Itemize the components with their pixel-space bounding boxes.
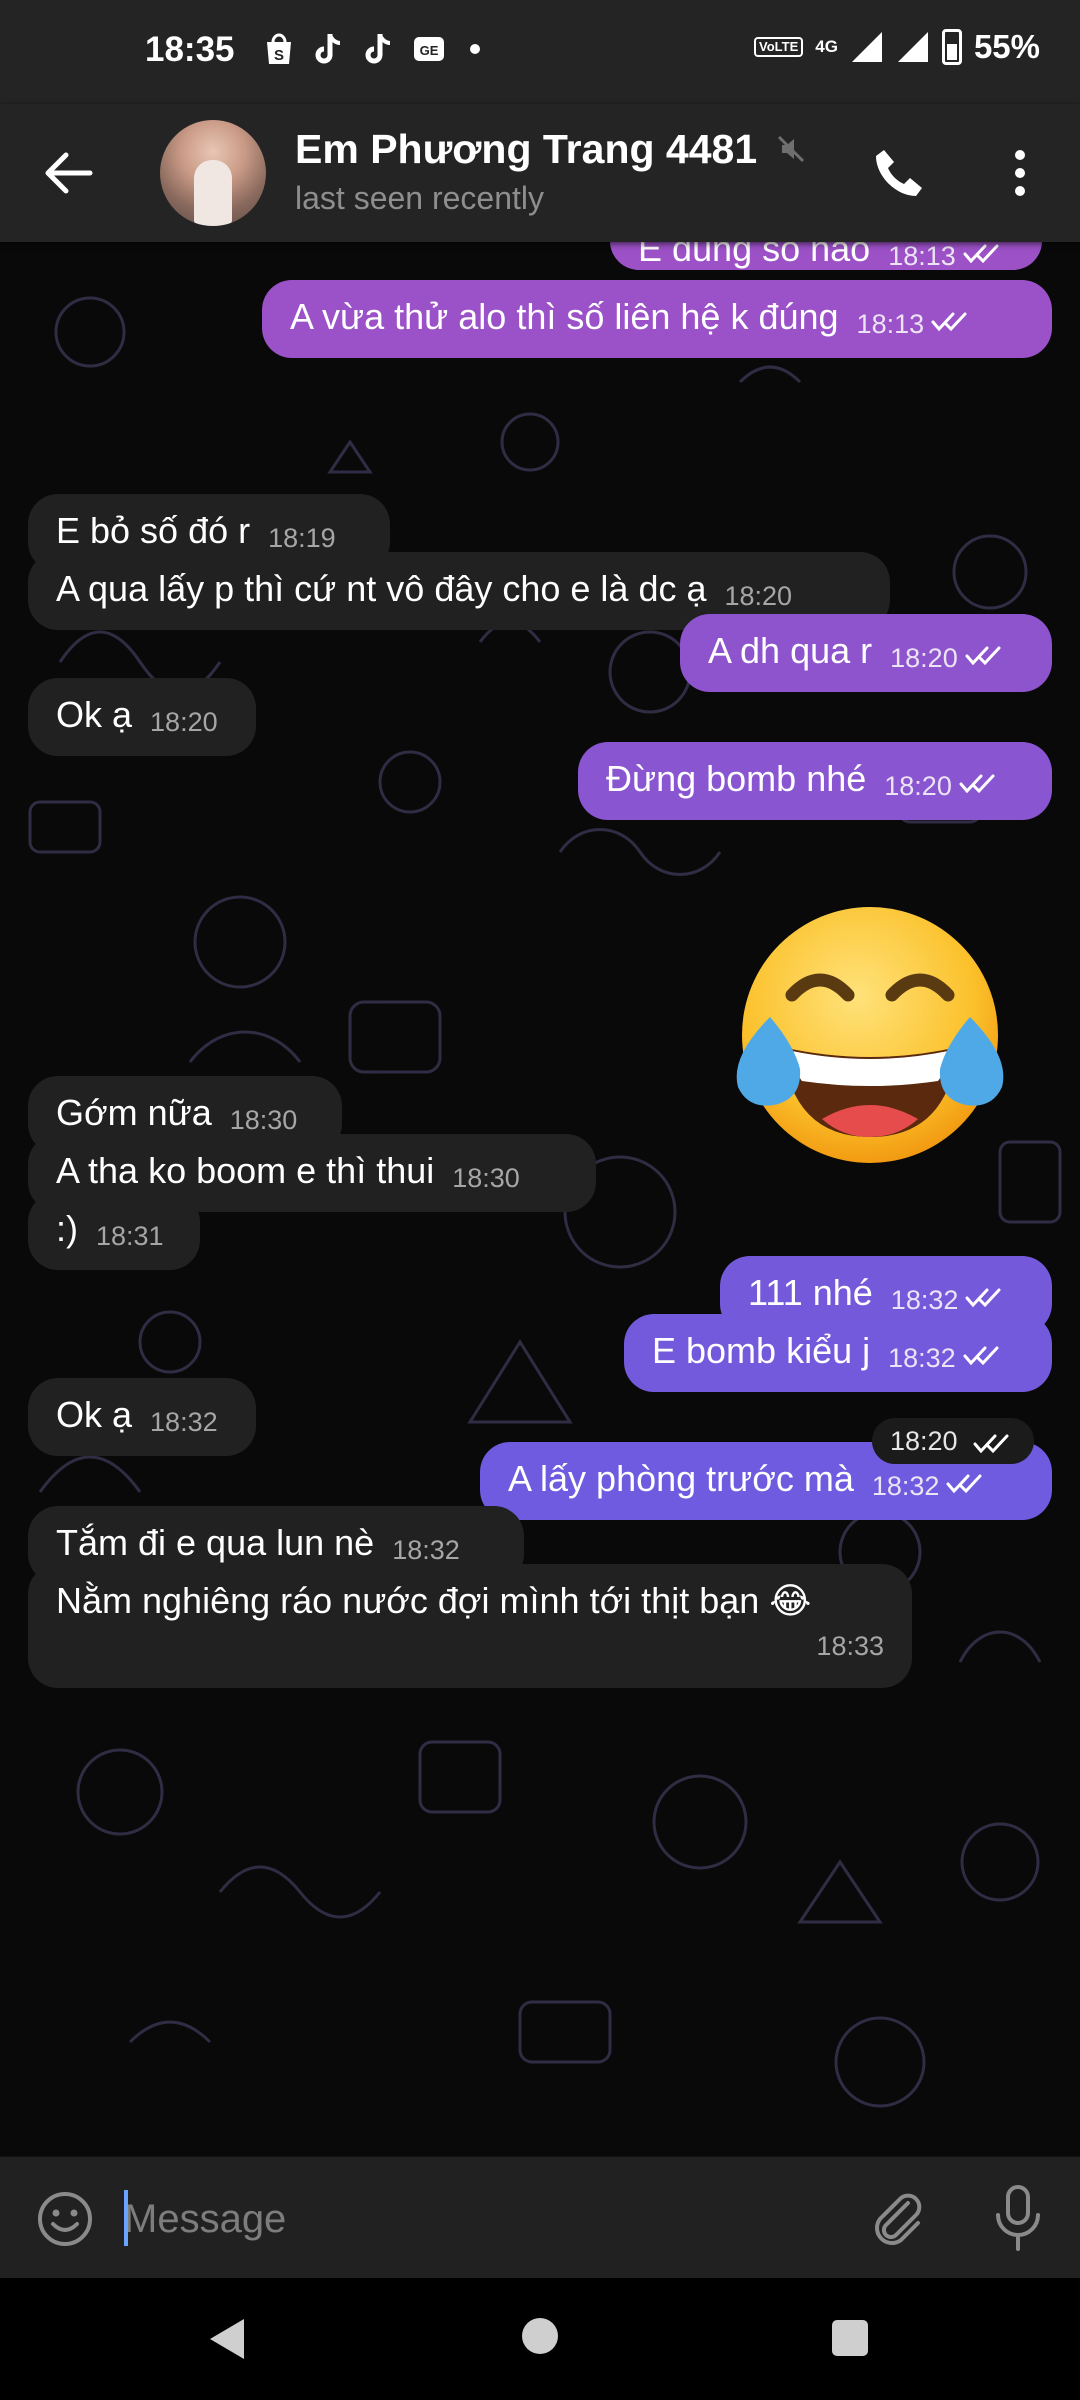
message-text: 111 nhé: [748, 1272, 873, 1313]
status-bar: 18:35 S GE VoLTE 4G 55%: [0, 0, 1080, 104]
contact-avatar[interactable]: [160, 120, 266, 226]
read-double-check-icon: [965, 646, 1001, 666]
message-time: 18:20: [724, 581, 793, 611]
shopee-icon: S: [267, 33, 291, 64]
message-list[interactable]: E dùng số nào 18:13 A vừa thử alo thì số l…: [0, 242, 1080, 2156]
text-cursor: [124, 2190, 128, 2246]
phone-call-icon[interactable]: [870, 144, 928, 202]
message-time: 18:20: [150, 707, 218, 737]
message-text: Ok ạ: [56, 1394, 133, 1435]
battery-percent: 55%: [973, 28, 1040, 65]
last-seen-status: last seen recently: [295, 180, 545, 216]
tears-of-joy-emoji-sticker[interactable]: [730, 897, 1010, 1177]
message-time: 18:13: [856, 309, 925, 339]
message-time: 18:32: [392, 1535, 460, 1565]
signal-icon: [851, 32, 882, 62]
message-text: E bỏ số đó r: [56, 510, 251, 551]
back-arrow-icon[interactable]: [40, 148, 96, 198]
battery-icon: [941, 29, 962, 65]
contact-name[interactable]: Em Phương Trang 4481: [295, 126, 757, 173]
message-time: 18:30: [452, 1163, 520, 1193]
incoming-message[interactable]: Ok ạ 18:20: [28, 678, 256, 756]
incoming-message[interactable]: Ok ạ 18:32: [28, 1378, 256, 1456]
message-time: 18:19: [268, 523, 336, 553]
svg-text:GE: GE: [420, 43, 439, 58]
message-time: 18:33: [816, 1631, 884, 1661]
message-text: E dùng số nào: [638, 242, 871, 269]
message-composer: [0, 2156, 1080, 2279]
outgoing-message[interactable]: E bomb kiểu j 18:32: [624, 1314, 1052, 1392]
message-time: 18:32: [871, 1471, 940, 1501]
sticker-timestamp: 18:20: [872, 1418, 1034, 1464]
read-double-check-icon: [946, 1474, 982, 1494]
message-text: A tha ko boom e thì thui: [56, 1150, 435, 1191]
signal-icon: [897, 32, 928, 62]
message-time: 18:31: [96, 1221, 164, 1251]
system-navigation-bar: [0, 2278, 1080, 2400]
chat-header: Em Phương Trang 4481 last seen recently: [0, 104, 1080, 242]
message-text: Tắm đi e qua lun nè: [56, 1522, 375, 1563]
message-text: :): [56, 1208, 78, 1249]
status-time: 18:35: [145, 30, 235, 69]
muted-icon: [777, 135, 805, 163]
volte-icon: VoLTE: [754, 37, 804, 57]
tiktok-icon: [315, 34, 341, 64]
nav-recent-apps-icon[interactable]: [832, 2320, 868, 2356]
message-text: A lấy phòng trước mà: [508, 1458, 854, 1499]
message-time: 18:32: [890, 1285, 959, 1315]
more-options-icon[interactable]: [1000, 144, 1040, 202]
outgoing-message[interactable]: E dùng số nào 18:13: [610, 242, 1042, 271]
read-double-check-icon: [965, 1288, 1001, 1308]
status-indicators: VoLTE 4G 55%: [754, 28, 1040, 66]
ge-icon: GE: [414, 37, 444, 61]
read-double-check-icon: [973, 1434, 1009, 1454]
svg-text:S: S: [274, 47, 284, 64]
message-text: E bomb kiểu j: [652, 1330, 871, 1371]
message-text: Gớm nữa: [56, 1092, 212, 1133]
message-input[interactable]: [122, 2182, 856, 2256]
message-text: Nằm nghiêng ráo nước đợi mình tới thịt b…: [56, 1580, 812, 1621]
tiktok-icon: [365, 34, 391, 64]
message-time: 18:20: [890, 1425, 958, 1456]
message-text: A dh qua r: [708, 630, 873, 671]
read-double-check-icon: [963, 1346, 999, 1366]
nav-home-icon[interactable]: [522, 2318, 558, 2354]
message-time: 18:13: [888, 242, 956, 271]
message-time: 18:30: [229, 1105, 298, 1135]
message-time: 18:32: [150, 1407, 218, 1437]
network-type-icon: 4G: [815, 37, 838, 56]
message-text: Đừng bomb nhé: [606, 758, 867, 799]
read-double-check-icon: [963, 244, 999, 264]
outgoing-message[interactable]: A vừa thử alo thì số liên hệ k đúng 18:13: [262, 280, 1052, 358]
microphone-icon[interactable]: [990, 2183, 1046, 2253]
message-text: Ok ạ: [56, 694, 133, 735]
outgoing-message[interactable]: Đừng bomb nhé 18:20: [578, 742, 1052, 820]
attach-paperclip-icon[interactable]: [868, 2187, 930, 2249]
more-notifications-dot-icon: [470, 44, 480, 54]
message-text: A vừa thử alo thì số liên hệ k đúng: [290, 296, 839, 337]
outgoing-message[interactable]: A dh qua r 18:20: [680, 614, 1052, 692]
nav-back-icon[interactable]: [204, 2316, 248, 2362]
incoming-message[interactable]: Nằm nghiêng ráo nước đợi mình tới thịt b…: [28, 1564, 912, 1688]
emoji-icon[interactable]: [36, 2190, 94, 2248]
read-double-check-icon: [931, 312, 967, 332]
read-double-check-icon: [959, 774, 995, 794]
notification-icons: S GE: [262, 30, 480, 68]
incoming-message[interactable]: :) 18:31: [28, 1192, 200, 1270]
message-time: 18:32: [888, 1343, 956, 1373]
message-time: 18:20: [890, 643, 958, 673]
message-text: A qua lấy p thì cứ nt vô đây cho e là dc…: [56, 568, 707, 609]
message-time: 18:20: [884, 771, 952, 801]
